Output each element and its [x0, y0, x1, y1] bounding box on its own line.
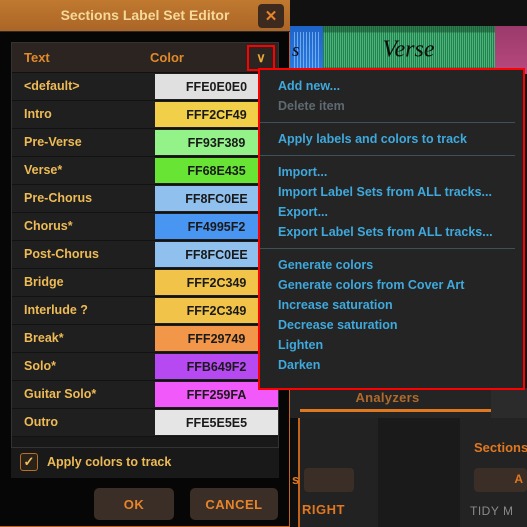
label-set-table: Text Color ∨ <default> FFE0E0E0 Intro FFF2C… [11, 42, 279, 448]
waveform-track[interactable]: Verse [290, 26, 527, 74]
tab-strip-end [491, 388, 527, 418]
row-label: Solo* [24, 359, 56, 373]
timeline-top-strip [290, 0, 527, 26]
menu-separator [260, 122, 515, 123]
table-row[interactable]: Verse* FF68E435 [12, 157, 278, 185]
dialog-title: Sections Label Set Editor [60, 7, 230, 23]
analyzers-tab-strip[interactable]: Analyzers [290, 388, 527, 418]
menu-item: Delete item [278, 99, 345, 113]
table-row[interactable]: Intro FFF2CF49 [12, 101, 278, 129]
row-label: Post-Chorus [24, 247, 99, 261]
menu-item[interactable]: Generate colors [260, 255, 523, 275]
menu-item[interactable]: Export Label Sets from ALL tracks... [260, 222, 523, 242]
cancel-button[interactable]: CANCEL [190, 488, 278, 520]
table-row[interactable]: Pre-Chorus FF8FC0EE [12, 185, 278, 213]
menu-item[interactable]: Import... [260, 162, 523, 182]
row-label: Pre-Chorus [24, 191, 93, 205]
menu-item[interactable]: Apply labels and colors to track [260, 129, 523, 149]
tab-active-underline [300, 409, 492, 412]
row-label: Chorus* [24, 219, 73, 233]
menu-item[interactable]: Import Label Sets from ALL tracks... [260, 182, 523, 202]
apply-colors-label: Apply colors to track [47, 455, 172, 469]
table-row[interactable]: Solo* FFB649F2 [12, 353, 278, 381]
sections-label-set-editor-dialog: Sections Label Set Editor ✕ Text Color ∨… [0, 0, 290, 527]
menu-item[interactable]: Lighten [260, 335, 523, 355]
menu-separator [260, 248, 515, 249]
apply-colors-checkbox[interactable]: ✓ [20, 453, 38, 471]
table-row[interactable]: Outro FFE5E5E5 [12, 409, 278, 437]
lower-panel-area: Sections A s RIGHT TIDY M [290, 418, 527, 527]
close-icon[interactable]: ✕ [258, 4, 284, 28]
table-row[interactable]: Bridge FFF2C349 [12, 269, 278, 297]
menu-separator [260, 155, 515, 156]
sections-panel-title: Sections [474, 440, 527, 455]
menu-item[interactable]: Generate colors from Cover Art [260, 275, 523, 295]
column-header-color: Color [150, 50, 184, 65]
panel-right-label: RIGHT [302, 502, 345, 517]
table-body: <default> FFE0E0E0 Intro FFF2CF49 Pre-Verse F… [12, 73, 278, 437]
panel-tidy-label: TIDY M [470, 504, 514, 518]
table-header-row: Text Color ∨ [12, 43, 278, 73]
table-row[interactable]: Interlude ? FFF2C349 [12, 297, 278, 325]
label-set-context-menu: Add new... Delete item Apply labels and co… [258, 68, 525, 390]
menu-item[interactable]: Add new... [260, 76, 523, 96]
table-row[interactable]: Guitar Solo* FFF259FA [12, 381, 278, 409]
row-label: Pre-Verse [24, 135, 82, 149]
panel-left-fragment: s [292, 472, 300, 487]
waveform-section-label: Verse [382, 36, 435, 63]
dialog-title-bar: Sections Label Set Editor ✕ [0, 0, 290, 32]
menu-item[interactable]: Increase saturation [260, 295, 523, 315]
table-row[interactable]: <default> FFE0E0E0 [12, 73, 278, 101]
row-label: <default> [24, 79, 80, 93]
menu-item[interactable]: Decrease saturation [260, 315, 523, 335]
menu-item[interactable]: Export... [260, 202, 523, 222]
row-label: Bridge [24, 275, 64, 289]
panel-button-right[interactable]: A [474, 468, 527, 492]
table-row[interactable]: Chorus* FF4995F2 [12, 213, 278, 241]
ok-button[interactable]: OK [94, 488, 174, 520]
table-row[interactable]: Break* FFF29749 [12, 325, 278, 353]
row-label: Intro [24, 107, 52, 121]
menu-item[interactable]: Darken [260, 355, 523, 375]
panel-button-right-label: A [514, 472, 523, 486]
row-color-swatch[interactable]: FFE5E5E5 [155, 410, 278, 435]
panel-column-c [378, 418, 460, 527]
row-label: Break* [24, 331, 64, 345]
row-label: Interlude ? [24, 303, 88, 317]
row-label: Outro [24, 415, 59, 429]
tab-analyzers-label: Analyzers [355, 390, 420, 405]
table-row[interactable]: Pre-Verse FF93F389 [12, 129, 278, 157]
column-header-text: Text [24, 50, 50, 65]
waveform-partial-label: s [292, 40, 300, 61]
table-row[interactable]: Post-Chorus FF8FC0EE [12, 241, 278, 269]
row-label: Guitar Solo* [24, 387, 97, 401]
chevron-down-icon[interactable]: ∨ [247, 45, 275, 71]
dialog-button-bar: OK CANCEL [0, 483, 290, 527]
row-label: Verse* [24, 163, 63, 177]
apply-colors-bar: ✓ Apply colors to track [11, 448, 279, 478]
panel-button-left[interactable] [304, 468, 354, 492]
